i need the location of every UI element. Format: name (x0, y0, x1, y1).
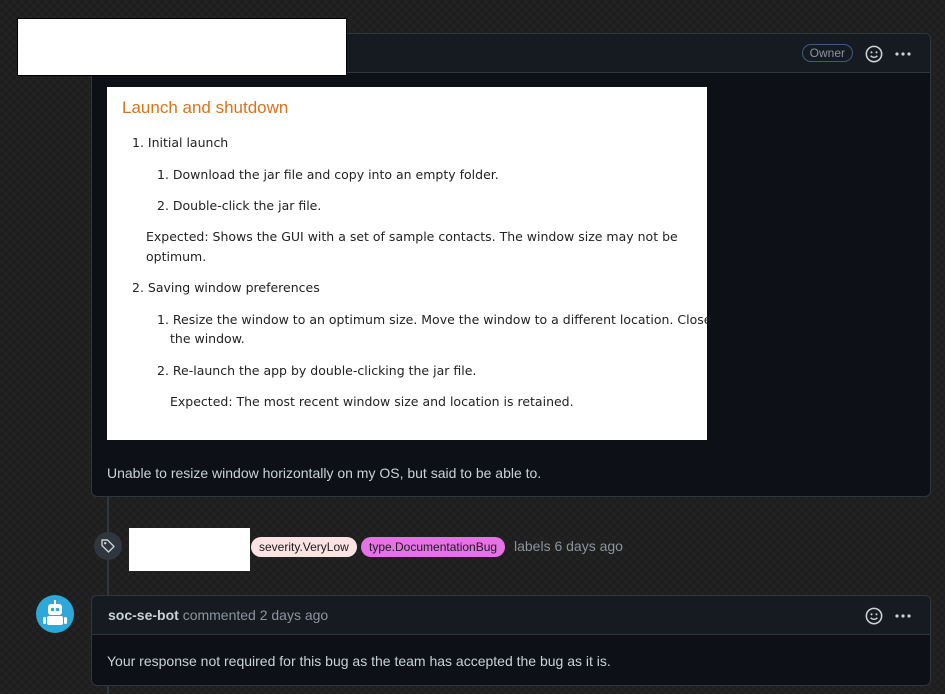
doc-line: optimum. (146, 249, 207, 264)
doc-line: 1. Resize the window to an optimum size.… (157, 312, 712, 327)
redacted-actor (129, 528, 250, 571)
bot-comment: soc-se-bot commented 2 days ago Your res… (91, 595, 931, 686)
smiley-icon[interactable] (865, 45, 883, 63)
doc-line: Expected: The most recent window size an… (170, 394, 574, 409)
doc-line: 2. Saving window preferences (132, 280, 320, 295)
kebab-menu-icon[interactable] (894, 45, 912, 63)
doc-line: 2. Double-click the jar file. (157, 198, 322, 213)
kebab-menu-icon[interactable] (894, 607, 912, 625)
comment-header: soc-se-bot commented 2 days ago (92, 596, 930, 635)
doc-title: Launch and shutdown (122, 98, 289, 117)
doc-line: Expected: Shows the GUI with a set of sa… (146, 229, 678, 244)
label-severity[interactable]: severity.VeryLow (251, 537, 357, 557)
embedded-document-image: Launch and shutdown 1. Initial launch 1.… (107, 87, 711, 440)
comment-body-text: Unable to resize window horizontally on … (107, 465, 542, 481)
author-name[interactable]: soc-se-bot (108, 607, 179, 623)
comment-body-text: Your response not required for this bug … (107, 653, 611, 669)
label-event-text: labels 6 days ago (514, 538, 623, 554)
doc-line: 1. Initial launch (132, 135, 229, 150)
smiley-icon[interactable] (865, 607, 883, 625)
tag-icon-badge (94, 532, 122, 560)
owner-badge: Owner (801, 44, 853, 62)
doc-line: 1. Download the jar file and copy into a… (157, 167, 499, 182)
redacted-author-block (17, 18, 347, 76)
tag-icon (101, 539, 115, 553)
doc-line: 2. Re-launch the app by double-clicking … (157, 363, 477, 378)
comment-author-line: soc-se-bot commented 2 days ago (108, 607, 328, 623)
robot-avatar-icon (43, 600, 67, 625)
avatar[interactable] (36, 595, 74, 633)
comment-timestamp: commented 2 days ago (182, 607, 329, 623)
doc-line: the window. (170, 331, 245, 346)
label-type[interactable]: type.DocumentationBug (361, 537, 506, 557)
